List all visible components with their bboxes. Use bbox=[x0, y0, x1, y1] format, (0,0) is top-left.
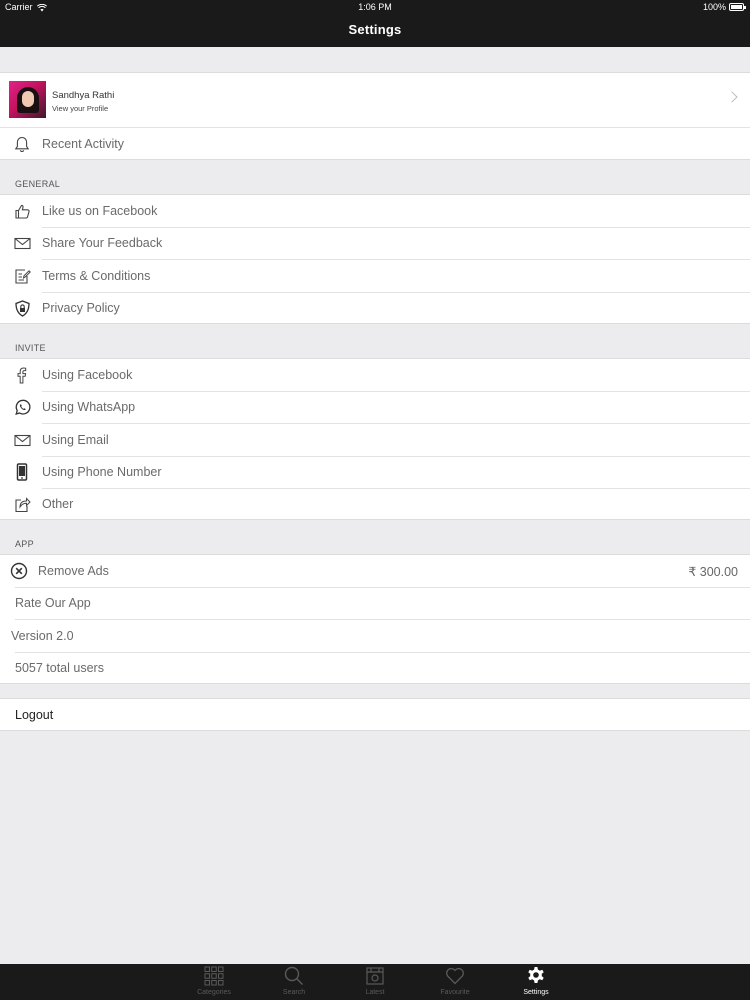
shield-lock-icon bbox=[13, 299, 31, 317]
invite-phone-label: Using Phone Number bbox=[42, 465, 162, 479]
version-row: Version 2.0 bbox=[0, 620, 750, 652]
search-icon bbox=[284, 966, 304, 986]
invite-facebook-label: Using Facebook bbox=[42, 368, 133, 382]
heart-icon bbox=[445, 966, 465, 986]
gear-icon bbox=[526, 966, 546, 986]
profile-name: Sandhya Rathi bbox=[52, 90, 115, 101]
close-circle-icon bbox=[10, 562, 28, 580]
app-header: APP bbox=[15, 539, 34, 549]
invite-header: INVITE bbox=[15, 343, 46, 353]
thumbs-up-icon bbox=[13, 202, 31, 220]
invite-other-row[interactable]: Other bbox=[0, 488, 750, 520]
remove-ads-label: Remove Ads bbox=[38, 564, 109, 578]
invite-section: Using Facebook Using WhatsApp Using Emai… bbox=[0, 358, 750, 520]
facebook-icon bbox=[13, 366, 31, 384]
recent-activity-label: Recent Activity bbox=[42, 137, 124, 151]
status-bar: Carrier 1:06 PM 100% bbox=[0, 0, 750, 14]
invite-whatsapp-row[interactable]: Using WhatsApp bbox=[0, 391, 750, 423]
invite-whatsapp-label: Using WhatsApp bbox=[42, 400, 136, 414]
battery-icon bbox=[729, 3, 746, 11]
envelope-icon bbox=[13, 431, 31, 449]
invite-facebook-row[interactable]: Using Facebook bbox=[0, 359, 750, 391]
like-facebook-label: Like us on Facebook bbox=[42, 204, 158, 218]
latest-icon bbox=[365, 966, 385, 986]
logout-button[interactable]: Logout bbox=[0, 699, 750, 731]
invite-phone-row[interactable]: Using Phone Number bbox=[0, 456, 750, 488]
tab-latest-label: Latest bbox=[365, 989, 385, 996]
tab-settings[interactable]: Settings bbox=[506, 964, 566, 1000]
tab-settings-label: Settings bbox=[523, 989, 549, 996]
whatsapp-icon bbox=[13, 398, 31, 416]
battery-percent: 100% bbox=[702, 2, 726, 12]
clock-label: 1:06 PM bbox=[358, 2, 392, 12]
rate-app-row[interactable]: Rate Our App bbox=[0, 587, 750, 619]
privacy-label: Privacy Policy bbox=[42, 301, 120, 315]
remove-ads-price: ₹ 300.00 bbox=[688, 564, 738, 579]
tab-favourite[interactable]: Favourite bbox=[425, 964, 485, 1000]
tab-favourite-label: Favourite bbox=[440, 989, 470, 996]
general-header: GENERAL bbox=[15, 179, 61, 189]
tab-search-label: Search bbox=[282, 989, 306, 996]
recent-activity-row[interactable]: Recent Activity bbox=[0, 128, 750, 160]
privacy-row[interactable]: Privacy Policy bbox=[0, 292, 750, 324]
logout-section: Logout bbox=[0, 698, 750, 731]
tab-categories-label: Categories bbox=[197, 989, 231, 996]
app-section: Remove Ads ₹ 300.00 Rate Our App Version… bbox=[0, 554, 750, 684]
share-icon bbox=[13, 495, 31, 513]
terms-row[interactable]: Terms & Conditions bbox=[0, 260, 750, 292]
phone-icon bbox=[13, 463, 31, 481]
version-label: Version 2.0 bbox=[11, 629, 74, 643]
profile-section: Sandhya Rathi View your Profile Recent A… bbox=[0, 72, 750, 160]
rate-app-label: Rate Our App bbox=[15, 596, 91, 610]
profile-subtitle: View your Profile bbox=[52, 104, 109, 113]
page-title: Settings bbox=[348, 22, 402, 37]
edit-document-icon bbox=[13, 267, 31, 285]
grid-icon bbox=[204, 966, 224, 986]
share-feedback-row[interactable]: Share Your Feedback bbox=[0, 227, 750, 259]
like-facebook-row[interactable]: Like us on Facebook bbox=[0, 195, 750, 227]
envelope-icon bbox=[13, 234, 31, 252]
tab-search[interactable]: Search bbox=[264, 964, 324, 1000]
chevron-right-icon bbox=[726, 91, 738, 103]
invite-email-label: Using Email bbox=[42, 433, 109, 447]
top-bar: Carrier 1:06 PM 100% Settings bbox=[0, 0, 750, 47]
invite-other-label: Other bbox=[42, 497, 74, 511]
total-users-label: 5057 total users bbox=[15, 661, 104, 675]
general-section: Like us on Facebook Share Your Feedback … bbox=[0, 194, 750, 324]
invite-email-row[interactable]: Using Email bbox=[0, 424, 750, 456]
tab-latest[interactable]: Latest bbox=[345, 964, 405, 1000]
bell-icon bbox=[13, 135, 31, 153]
avatar bbox=[9, 81, 46, 118]
terms-label: Terms & Conditions bbox=[42, 269, 151, 283]
tab-categories[interactable]: Categories bbox=[184, 964, 244, 1000]
profile-row[interactable]: Sandhya Rathi View your Profile bbox=[0, 73, 750, 127]
tab-bar: Categories Search Latest Favourite Setti… bbox=[0, 964, 750, 1000]
total-users-row: 5057 total users bbox=[0, 652, 750, 684]
share-feedback-label: Share Your Feedback bbox=[42, 236, 163, 250]
remove-ads-row[interactable]: Remove Ads ₹ 300.00 bbox=[0, 555, 750, 587]
logout-label: Logout bbox=[15, 708, 54, 722]
